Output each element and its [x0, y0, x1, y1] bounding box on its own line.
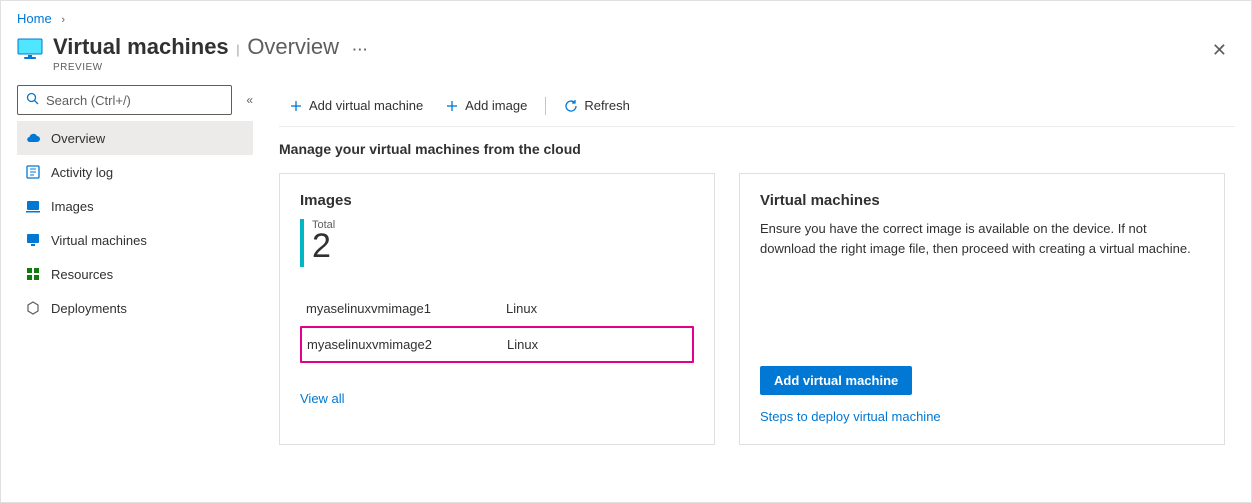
images-icon [25, 198, 41, 214]
images-card: Images Total 2 myaselinuxvmimage1 Linux … [279, 173, 715, 445]
add-image-button[interactable]: Add image [435, 92, 537, 119]
breadcrumb-home[interactable]: Home [17, 11, 52, 26]
refresh-button[interactable]: Refresh [554, 92, 640, 119]
image-name: myaselinuxvmimage1 [306, 301, 506, 316]
sidebar-item-label: Images [51, 199, 94, 214]
toolbar-separator [545, 97, 546, 115]
sidebar-item-virtual-machines[interactable]: Virtual machines [17, 223, 253, 257]
sidebar-item-label: Resources [51, 267, 113, 282]
image-os: Linux [506, 301, 688, 316]
sidebar-item-label: Activity log [51, 165, 113, 180]
total-count: 2 [312, 229, 335, 263]
add-virtual-machine-button[interactable]: Add virtual machine [279, 92, 433, 119]
total-accent-bar [300, 219, 304, 267]
image-row[interactable]: myaselinuxvmimage1 Linux [300, 291, 694, 327]
sidebar-item-images[interactable]: Images [17, 189, 253, 223]
image-os: Linux [507, 337, 687, 352]
steps-to-deploy-link[interactable]: Steps to deploy virtual machine [760, 409, 1204, 424]
search-input[interactable] [46, 93, 223, 108]
cloud-icon [25, 130, 41, 146]
search-box[interactable] [17, 85, 232, 115]
vm-card-description: Ensure you have the correct image is ava… [760, 219, 1204, 258]
close-button[interactable]: ✕ [1204, 36, 1235, 65]
vm-card-heading: Virtual machines [760, 192, 1204, 209]
toolbar-label: Refresh [584, 98, 630, 113]
collapse-sidebar-button[interactable]: « [232, 89, 253, 111]
image-name: myaselinuxvmimage2 [307, 337, 507, 352]
preview-badge: PREVIEW [53, 62, 1204, 73]
toolbar-label: Add virtual machine [309, 98, 423, 113]
image-row[interactable]: myaselinuxvmimage2 Linux [300, 326, 694, 363]
sidebar-item-label: Overview [51, 131, 105, 146]
sidebar-item-overview[interactable]: Overview [17, 121, 253, 155]
plus-icon [289, 99, 303, 113]
sidebar-item-label: Deployments [51, 301, 127, 316]
log-icon [25, 164, 41, 180]
sidebar-item-activity-log[interactable]: Activity log [17, 155, 253, 189]
page-title: Virtual machines [53, 34, 229, 59]
toolbar-label: Add image [465, 98, 527, 113]
vm-icon [25, 232, 41, 248]
virtual-machine-icon [17, 38, 43, 60]
refresh-icon [564, 99, 578, 113]
virtual-machines-card: Virtual machines Ensure you have the cor… [739, 173, 1225, 445]
images-card-heading: Images [300, 192, 694, 209]
breadcrumb-separator: › [61, 14, 65, 26]
sidebar-item-label: Virtual machines [51, 233, 147, 248]
plus-icon [445, 99, 459, 113]
sidebar-item-deployments[interactable]: Deployments [17, 291, 253, 325]
more-button[interactable]: ··· [353, 42, 369, 57]
page-subtitle: Manage your virtual machines from the cl… [279, 127, 1235, 173]
add-virtual-machine-primary-button[interactable]: Add virtual machine [760, 366, 912, 395]
page-section: Overview [247, 34, 339, 59]
deployments-icon [25, 300, 41, 316]
search-icon [26, 92, 40, 109]
sidebar-item-resources[interactable]: Resources [17, 257, 253, 291]
view-all-link[interactable]: View all [300, 391, 345, 406]
resources-icon [25, 266, 41, 282]
